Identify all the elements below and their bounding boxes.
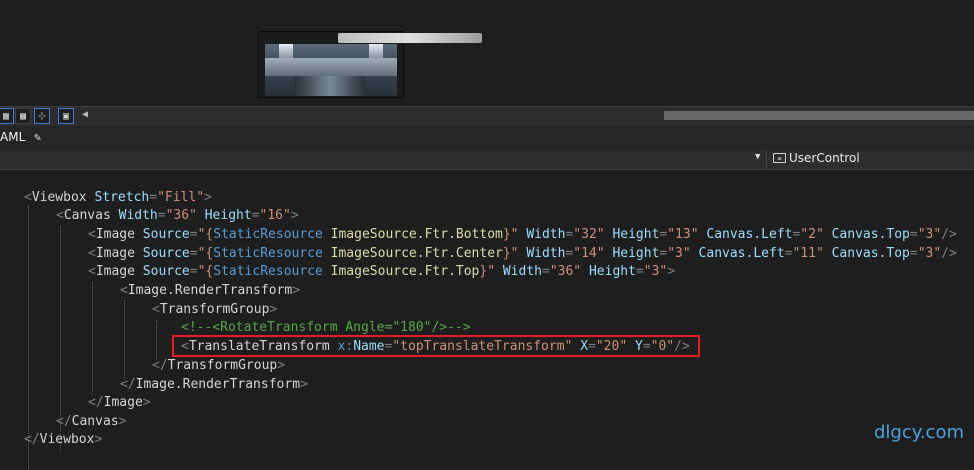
preview-center — [295, 76, 365, 96]
usercontrol-icon: ⌧ — [773, 153, 786, 163]
code-line-13: </Canvas> — [56, 414, 127, 429]
horizontal-scrollbar[interactable] — [664, 111, 974, 120]
tab-xaml[interactable]: AML — [0, 130, 25, 144]
highlight-box — [172, 335, 700, 357]
code-editor[interactable]: <Viewbox Stretch="Fill"> <Canvas Width="… — [0, 170, 974, 470]
code-line-1: <Viewbox Stretch="Fill"> — [24, 190, 212, 205]
code-line-4: <Image Source="{StaticResource ImageSour… — [88, 246, 957, 261]
code-line-12: </Image> — [88, 395, 151, 410]
preview-knob-left — [279, 44, 293, 58]
code-line-11: </Image.RenderTransform> — [120, 377, 308, 392]
code-line-6: <Image.RenderTransform> — [120, 283, 301, 298]
code-line-5: <Image Source="{StaticResource ImageSour… — [88, 264, 676, 279]
edit-icon[interactable]: ✎ — [34, 130, 41, 144]
chevron-down-icon[interactable]: ▼ — [755, 152, 760, 162]
preview-band — [265, 58, 397, 76]
indent-guide — [92, 282, 93, 396]
preview-slider-thumb[interactable] — [338, 33, 482, 43]
checker-icon: ▩ — [19, 111, 27, 122]
code-line-14: </Viewbox> — [24, 432, 103, 447]
designer-surface — [0, 0, 974, 106]
divider — [766, 150, 767, 169]
watermark: dlgcy.com — [874, 422, 964, 443]
code-line-10: </TransformGroup> — [152, 358, 286, 373]
code-line-7: <TransformGroup> — [152, 302, 278, 317]
grid-toggle-button[interactable]: ▦ — [0, 108, 14, 124]
grid-icon: ▦ — [2, 111, 10, 122]
indent-guide — [156, 320, 157, 360]
preview-knob-right — [369, 44, 383, 58]
navigation-bar: ▼ ⌧ UserControl — [0, 150, 974, 170]
code-line-2: <Canvas Width="36" Height="16"> — [56, 208, 299, 223]
effects-toggle-button[interactable]: ▣ — [58, 108, 74, 124]
snap-icon: ⊹ — [37, 111, 47, 122]
checker-toggle-button[interactable]: ▩ — [15, 108, 31, 124]
effects-icon: ▣ — [62, 111, 70, 122]
indent-guide — [124, 300, 125, 378]
view-tabs: AML ✎ — [0, 126, 974, 151]
snap-toggle-button[interactable]: ⊹ — [34, 108, 50, 124]
scope-dropdown-label[interactable]: UserControl — [789, 151, 860, 165]
code-line-3: <Image Source="{StaticResource ImageSour… — [88, 227, 957, 242]
scroll-left-icon[interactable]: ◀ — [82, 109, 88, 120]
